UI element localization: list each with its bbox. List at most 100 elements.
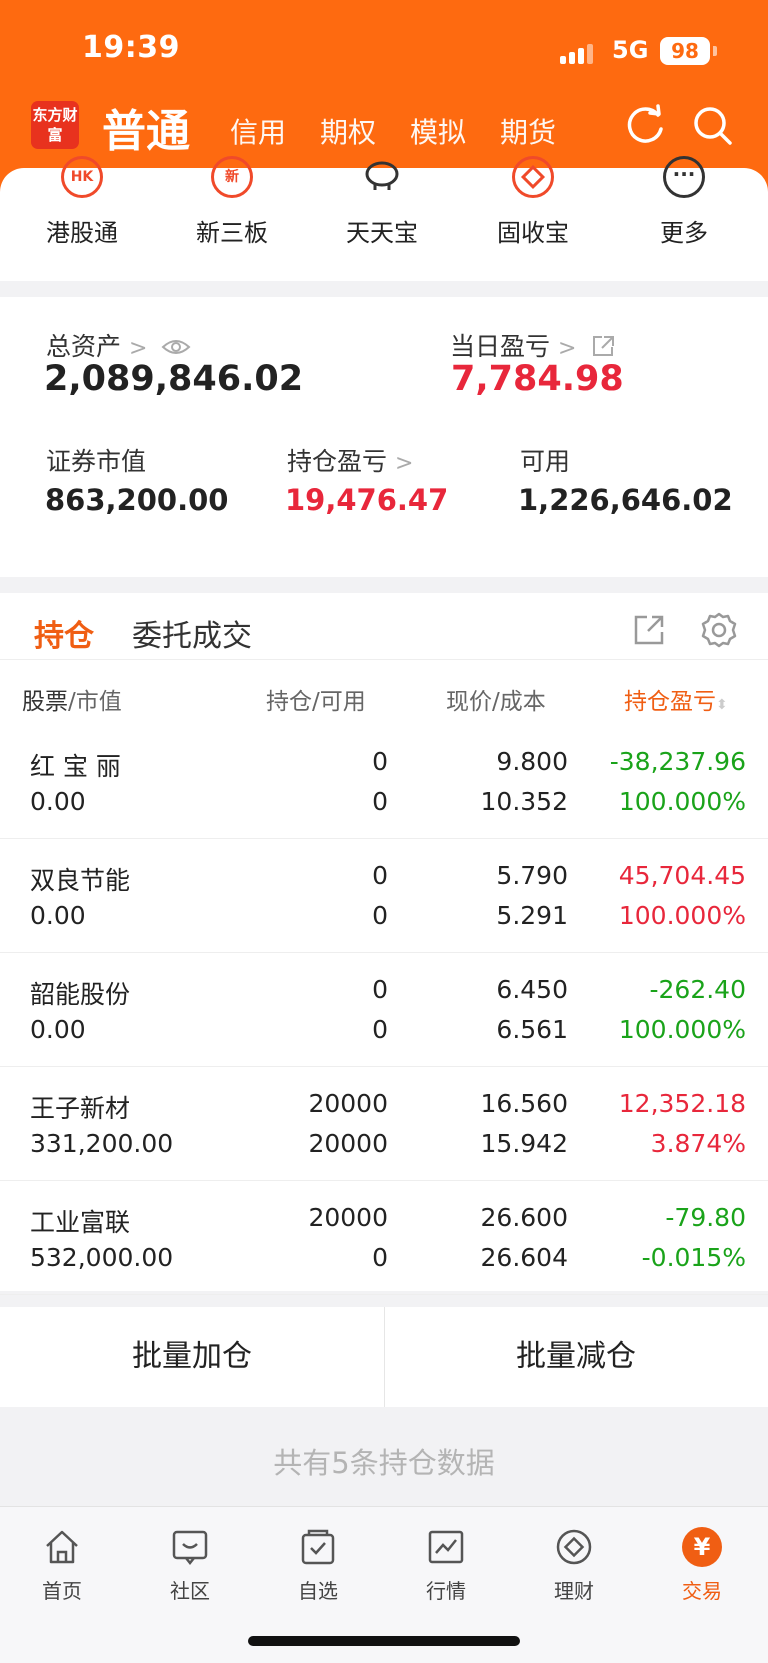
export-icon[interactable]	[632, 613, 666, 647]
signal-icon	[560, 42, 600, 64]
col-holding: 持仓/可用	[266, 689, 366, 715]
batch-add-button[interactable]: 批量加仓	[0, 1307, 384, 1407]
stock-pnl-pct: -0.015%	[641, 1243, 746, 1272]
col-pnl-label: 持仓盈亏	[624, 689, 716, 715]
stock-pnl: -38,237.96	[609, 747, 746, 776]
menu-label: 固收宝	[497, 219, 569, 247]
stock-pnl: 45,704.45	[618, 861, 746, 890]
nav-label: 交易	[682, 1579, 722, 1603]
stock-pnl-pct: 3.874%	[650, 1129, 746, 1158]
network-label: 5G	[612, 36, 649, 64]
stock-market-value: 331,200.00	[30, 1129, 174, 1158]
daily-pnl-value: 7,784.98	[451, 359, 624, 399]
stock-available: 0	[372, 1015, 388, 1044]
stock-cost: 15.942	[480, 1129, 568, 1158]
col-stock-label: 股票	[22, 689, 68, 715]
nav-label: 行情	[426, 1579, 466, 1603]
stock-holding: 0	[372, 861, 388, 890]
share-icon[interactable]	[590, 334, 616, 358]
stock-cost: 6.561	[496, 1015, 568, 1044]
nav-label: 理财	[554, 1579, 594, 1603]
position-pnl-link[interactable]: 持仓盈亏 >	[287, 442, 413, 478]
stock-available: 0	[372, 787, 388, 816]
holdings-panel: 持仓 委托成交 股票/市值 持仓/可用 现价/成本 持仓盈亏⬍ 红 宝 丽 0.0…	[0, 593, 768, 1295]
batch-reduce-button[interactable]: 批量减仓	[384, 1307, 768, 1407]
holdings-count-note: 共有5条持仓数据	[273, 1446, 495, 1480]
tab-orders[interactable]: 委托成交	[132, 611, 252, 655]
col-market-value-label: 市值	[75, 689, 122, 715]
stock-pnl: -79.80	[665, 1203, 746, 1232]
table-row[interactable]: 工业富联 532,000.00 20000 0 26.600 26.604 -79.80 -0…	[0, 1181, 768, 1295]
stock-name: 双良节能	[30, 866, 131, 895]
tab-credit[interactable]: 信用	[230, 111, 286, 151]
search-icon[interactable]	[690, 103, 736, 149]
stock-cost: 10.352	[480, 787, 568, 816]
hk-icon: HK	[61, 156, 103, 198]
battery-cap	[713, 46, 717, 56]
stock-market-value: 0.00	[30, 901, 86, 930]
stock-price: 6.450	[496, 975, 568, 1004]
fixed-income-icon	[512, 156, 554, 198]
stock-holding: 20000	[308, 1089, 388, 1118]
home-icon	[46, 1530, 78, 1564]
stock-market-value: 532,000.00	[30, 1243, 174, 1272]
refresh-icon[interactable]	[622, 103, 668, 149]
gear-icon[interactable]	[700, 611, 738, 649]
col-price: 现价/成本	[446, 689, 546, 715]
table-row[interactable]: 王子新材 331,200.00 20000 20000 16.560 15.942 12,3…	[0, 1067, 768, 1181]
tab-futures[interactable]: 期货	[500, 111, 556, 151]
total-assets-link[interactable]: 总资产 >	[46, 327, 191, 363]
trade-icon: ¥	[682, 1527, 722, 1567]
stock-pnl-pct: 100.000%	[618, 901, 746, 930]
available-label: 可用	[520, 447, 571, 476]
nav-label: 首页	[42, 1579, 82, 1603]
col-price-label: 现价	[446, 689, 492, 715]
menu-label: 天天宝	[346, 219, 418, 247]
stock-pnl: -262.40	[649, 975, 747, 1004]
stock-price: 9.800	[496, 747, 568, 776]
stock-holding: 20000	[308, 1203, 388, 1232]
position-pnl-value: 19,476.47	[285, 483, 449, 517]
table-row[interactable]: 红 宝 丽 0.00 0 0 9.800 10.352 -38,237.96 100.000%	[0, 725, 768, 839]
col-stock: 股票/市值	[22, 689, 122, 715]
stock-pnl-pct: 100.000%	[618, 1015, 746, 1044]
stock-available: 0	[372, 1243, 388, 1272]
stock-market-value: 0.00	[30, 1015, 86, 1044]
available-value: 1,226,646.02	[518, 483, 733, 517]
more-icon: ···	[663, 156, 705, 198]
nav-label: 社区	[170, 1579, 210, 1603]
tab-positions[interactable]: 持仓	[34, 611, 94, 655]
table-row[interactable]: 双良节能 0.00 0 0 5.790 5.291 45,704.45 100.000%	[0, 839, 768, 953]
table-row[interactable]: 韶能股份 0.00 0 0 6.450 6.561 -262.40 100.000%	[0, 953, 768, 1067]
col-holding-label: 持仓	[266, 689, 312, 715]
app-logo: 东方财富	[31, 101, 79, 149]
watchlist-icon	[301, 1529, 335, 1565]
battery-icon: 98	[660, 37, 710, 65]
stock-pnl-pct: 100.000%	[618, 787, 746, 816]
status-bar: 19:39 5G 98	[0, 0, 768, 95]
batch-bar: 批量加仓 批量减仓	[0, 1307, 768, 1407]
total-assets-label: 总资产	[46, 332, 122, 361]
tab-normal[interactable]: 普通	[102, 95, 190, 159]
market-icon	[428, 1530, 464, 1564]
eye-icon[interactable]	[161, 337, 191, 357]
new-board-icon: 新	[211, 156, 253, 198]
assets-card: 总资产 > 2,089,846.02 当日盈亏 > 7,784.98 证券市值 …	[0, 297, 768, 577]
col-pnl-sort[interactable]: 持仓盈亏⬍	[624, 682, 728, 716]
total-assets-value: 2,089,846.02	[44, 359, 304, 399]
market-value-label: 证券市值	[46, 447, 147, 476]
daily-pnl-link[interactable]: 当日盈亏 >	[450, 327, 616, 363]
tab-simulation[interactable]: 模拟	[410, 111, 466, 151]
stock-holding: 0	[372, 747, 388, 776]
stock-price: 16.560	[480, 1089, 568, 1118]
daily-pnl-label: 当日盈亏	[450, 332, 551, 361]
position-pnl-label: 持仓盈亏	[287, 447, 388, 476]
menu-label: 更多	[660, 219, 708, 247]
stock-available: 20000	[308, 1129, 388, 1158]
col-cost-label: 成本	[499, 689, 546, 715]
tab-options[interactable]: 期权	[320, 111, 376, 151]
chevron-right-icon: >	[128, 336, 148, 361]
stock-name: 工业富联	[30, 1208, 131, 1237]
piggy-bank-icon	[361, 156, 403, 198]
stock-price: 5.790	[496, 861, 568, 890]
